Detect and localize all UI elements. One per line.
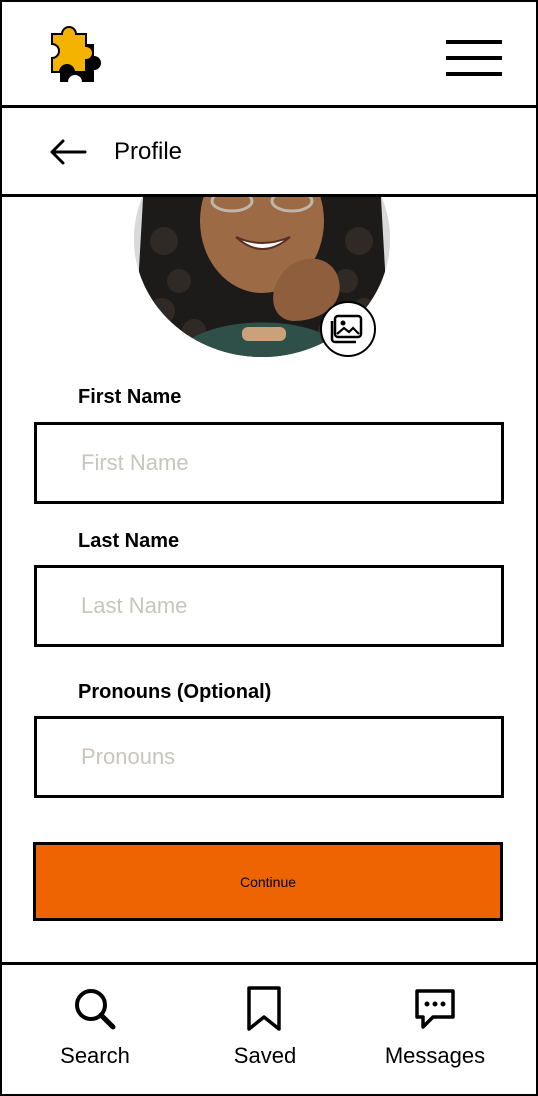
search-icon: [25, 985, 165, 1033]
nav-search[interactable]: Search: [25, 985, 165, 1080]
arrow-left-icon[interactable]: [48, 136, 88, 168]
continue-button[interactable]: Continue: [33, 842, 503, 921]
image-gallery-icon[interactable]: [320, 301, 376, 357]
nav-messages[interactable]: Messages: [365, 985, 505, 1080]
last-name-label: Last Name: [78, 530, 180, 552]
pronouns-label: Pronouns (Optional): [78, 681, 272, 703]
last-name-field[interactable]: [34, 565, 504, 647]
first-name-label: First Name: [78, 386, 182, 408]
chat-bubble-icon: [365, 985, 505, 1033]
nav-search-label: Search: [60, 1043, 130, 1068]
nav-saved-label: Saved: [233, 1043, 297, 1068]
nav-messages-label: Messages: [384, 1043, 486, 1068]
nav-saved[interactable]: Saved: [195, 985, 335, 1080]
bookmark-icon: [195, 985, 335, 1033]
pronouns-field[interactable]: [34, 716, 504, 798]
puzzle-piece-icon[interactable]: [42, 20, 106, 86]
page-title: Profile: [114, 138, 183, 165]
hamburger-menu-icon[interactable]: [444, 36, 504, 80]
first-name-field[interactable]: [34, 422, 504, 504]
